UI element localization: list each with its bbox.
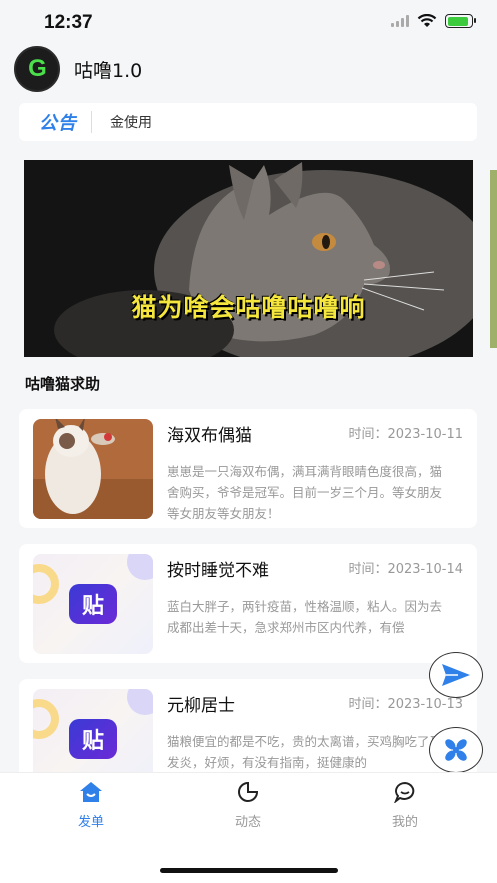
home-icon bbox=[80, 782, 102, 802]
post-time: 时间：2023-10-11 bbox=[348, 427, 463, 442]
notice-tag: 公告 bbox=[39, 113, 77, 134]
post-description: 蓝白大胖子，两针疫苗，性格温顺，粘人。因为去成都出差十天，急求郑州市区内代养，有… bbox=[167, 599, 443, 635]
notice-divider bbox=[91, 111, 92, 133]
status-time: 12:37 bbox=[44, 12, 93, 33]
home-indicator bbox=[160, 868, 338, 873]
banner-caption: 猫为啥会咕噜咕噜响 bbox=[131, 293, 366, 322]
post-thumbnail: 贴 bbox=[33, 554, 153, 654]
app-logo: G bbox=[14, 46, 60, 92]
post-title: 元柳居士 bbox=[167, 696, 235, 716]
post-card[interactable]: 海双布偶猫 时间：2023-10-11 崽崽是一只海双布偶，满耳满背眼睛色度很高… bbox=[19, 409, 477, 528]
post-card[interactable]: 贴 按时睡觉不难 时间：2023-10-14 蓝白大胖子，两针疫苗，性格温顺，粘… bbox=[19, 544, 477, 663]
logo-text: G bbox=[28, 55, 47, 82]
tab-label: 我的 bbox=[391, 815, 418, 830]
banner-carousel[interactable]: 猫为啥会咕噜咕噜响 bbox=[24, 160, 473, 357]
cat-photo bbox=[24, 160, 473, 357]
fan-fab[interactable] bbox=[429, 727, 483, 773]
fan-icon bbox=[445, 739, 467, 761]
status-bar: 12:37 bbox=[0, 0, 497, 44]
send-fab[interactable] bbox=[429, 652, 483, 698]
post-description: 猫粮便宜的都是不吃，贵的太离谱，买鸡胸吃了又发炎，好烦，有没有指南，挺健康的 bbox=[167, 734, 443, 770]
status-icons bbox=[391, 14, 476, 28]
post-title: 按时睡觉不难 bbox=[167, 561, 269, 581]
tab-feed[interactable]: 动态 bbox=[203, 779, 293, 830]
signal-icon bbox=[391, 15, 409, 27]
cat-thumbnail-image bbox=[33, 419, 153, 519]
post-thumbnail bbox=[33, 419, 153, 519]
tie-app-icon: 贴 bbox=[69, 719, 117, 759]
tab-orders[interactable]: 发单 bbox=[46, 779, 136, 830]
tab-label: 发单 bbox=[77, 815, 104, 830]
notice-bar[interactable]: 公告 金使用 bbox=[19, 103, 477, 141]
post-description: 崽崽是一只海双布偶，满耳满背眼睛色度很高，猫舍购买，爷爷是冠军。目前一岁三个月。… bbox=[167, 464, 443, 521]
bottom-tab-bar: 发单 动态 我的 bbox=[0, 772, 497, 883]
notice-text: 金使用 bbox=[110, 115, 152, 131]
banner-next-preview[interactable] bbox=[490, 170, 497, 348]
chat-icon bbox=[394, 781, 415, 803]
tab-profile[interactable]: 我的 bbox=[360, 779, 450, 830]
app-header: G 咕噜1.0 bbox=[14, 46, 142, 92]
app-title: 咕噜1.0 bbox=[74, 59, 143, 82]
post-time: 时间：2023-10-14 bbox=[348, 562, 463, 577]
wifi-icon bbox=[417, 14, 437, 27]
tie-app-icon: 贴 bbox=[69, 584, 117, 624]
battery-icon bbox=[445, 14, 476, 28]
section-title: 咕噜猫求助 bbox=[25, 375, 101, 393]
post-title: 海双布偶猫 bbox=[167, 426, 252, 446]
tab-label: 动态 bbox=[234, 815, 261, 830]
moon-icon bbox=[238, 781, 259, 802]
send-icon bbox=[442, 664, 470, 686]
